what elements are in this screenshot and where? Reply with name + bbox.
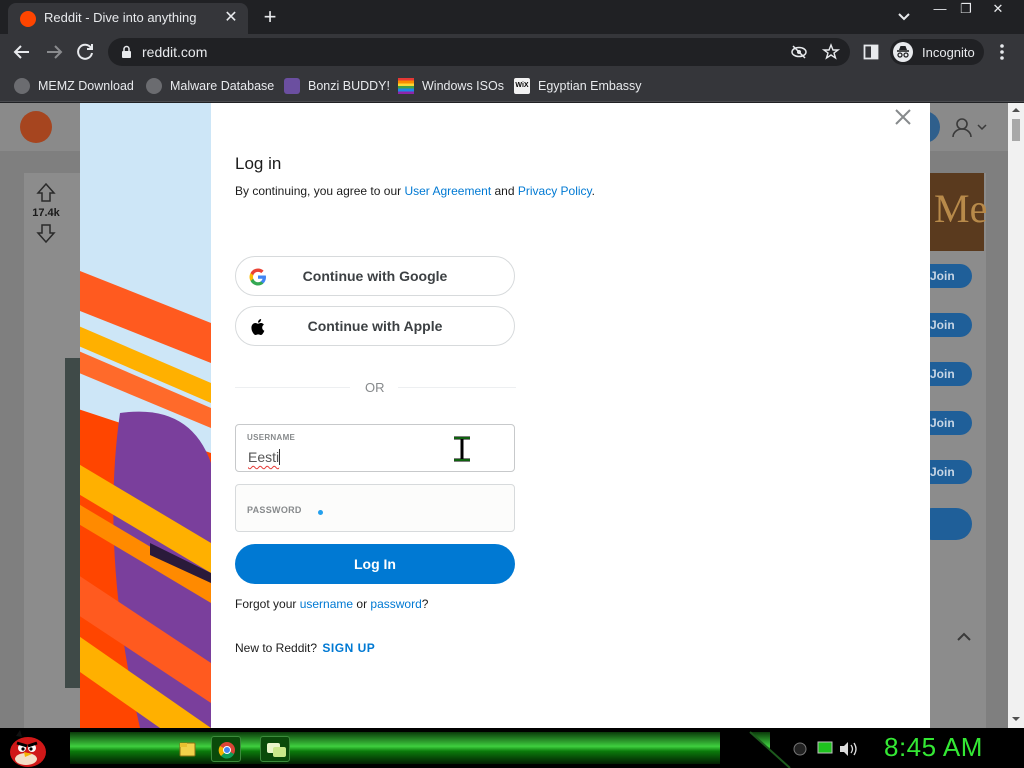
bookmark-label: Windows ISOs [422,79,504,93]
downvote-icon [28,223,64,245]
system-tray [790,738,870,758]
page-scrollbar[interactable] [1008,103,1024,728]
tracking-eye-off-icon[interactable] [790,44,808,60]
bookmark-label: Malware Database [170,79,275,93]
bookmark-malware-database[interactable]: Malware Database [146,76,274,96]
browser-toolbar: reddit.com Incognito [0,34,1024,70]
password-manager-dot-icon [318,510,323,515]
forward-button[interactable] [42,41,66,63]
bookmark-star-icon[interactable] [822,43,840,61]
incognito-label: Incognito [922,45,975,60]
google-button-label: Continue with Google [302,268,448,284]
taskbar-clock[interactable]: 8:45 AM [884,732,983,763]
action-center-icon[interactable] [816,738,836,758]
continue-with-apple-button[interactable]: Continue with Apple [235,306,515,346]
user-agreement-link[interactable]: User Agreement [404,184,491,198]
chrome-taskbar-icon[interactable] [211,736,241,762]
chat-app-taskbar-icon[interactable] [260,736,290,762]
chevron-up-icon [952,627,976,647]
bookmark-memz-download[interactable]: MEMZ Download [14,76,134,96]
new-to-reddit-text: New to Reddit? SIGN UP [235,641,375,655]
sign-up-link[interactable]: SIGN UP [322,641,375,655]
apple-button-label: Continue with Apple [307,318,443,334]
tab-strip: Reddit - Dive into anything ✕ + — ❐ ✕ [0,0,1024,34]
reddit-favicon-icon [20,11,36,27]
lock-icon[interactable] [120,45,132,59]
modal-artwork [80,103,211,728]
volume-icon[interactable] [838,738,862,758]
bookmark-label: Egyptian Embassy [538,79,642,93]
browser-tab[interactable]: Reddit - Dive into anything ✕ [8,3,248,34]
forgot-prefix: Forgot your [235,597,300,611]
privacy-policy-link[interactable]: Privacy Policy [518,184,592,198]
login-title: Log in [235,154,282,173]
vote-count: 17.4k [32,207,60,219]
scrollbar-thumb[interactable] [1012,119,1020,141]
or-divider: OR [365,380,385,395]
forgot-or: or [353,597,371,611]
side-panel-icon[interactable] [863,44,879,60]
upvote-icon [28,181,64,203]
divider-line [398,387,516,388]
password-label: PASSWORD [247,505,302,515]
bookmark-label: Bonzi BUDDY! [308,79,390,93]
taskbar-slope [720,731,791,768]
bookmark-label: MEMZ Download [38,79,134,93]
vote-column: 17.4k [28,181,64,245]
agreement-text: By continuing, you agree to our User Agr… [235,184,595,198]
tab-close-icon[interactable]: ✕ [222,9,240,27]
forgot-username-link[interactable]: username [300,597,353,611]
username-label: USERNAME [247,433,296,442]
restore-button[interactable]: ❐ [950,0,982,20]
password-input[interactable]: PASSWORD [235,484,515,532]
network-icon[interactable] [790,738,810,758]
username-value: Eesti [248,449,280,465]
banner-text: Me [934,186,988,231]
url-text: reddit.com [142,44,208,60]
continue-with-google-button[interactable]: Continue with Google [235,256,515,296]
incognito-icon [893,42,913,62]
forgot-suffix: ? [421,597,429,611]
bookmarks-bar: MEMZ Download Malware Database Bonzi BUD… [0,70,1024,102]
bookmark-egyptian-embassy[interactable]: WiX Egyptian Embassy [514,76,642,96]
divider-line [235,387,350,388]
bonzi-icon [284,78,300,94]
login-modal: Log in By continuing, you agree to our U… [80,103,930,728]
tab-title: Reddit - Dive into anything [44,10,197,25]
windows-flag-icon [398,78,414,94]
forgot-credentials-text: Forgot your username or password? [235,597,428,611]
file-explorer-icon[interactable] [172,736,202,762]
back-button[interactable] [10,41,34,63]
taskbar: 8:45 AM [0,728,1024,768]
reload-button[interactable] [74,41,98,63]
wix-icon: WiX [514,78,530,94]
text-caret [279,449,280,465]
address-bar[interactable]: reddit.com [108,38,850,66]
start-button-angry-bird-icon[interactable] [2,728,50,768]
globe-icon [146,78,162,94]
ibeam-cursor-icon [448,435,476,463]
modal-close-button[interactable] [892,106,914,128]
reddit-logo-icon [20,111,52,143]
agreement-period: . [591,184,596,198]
new-to-reddit-prefix: New to Reddit? [235,641,321,655]
log-in-button[interactable]: Log In [235,544,515,584]
bookmark-windows-isos[interactable]: Windows ISOs [398,76,504,96]
community-banner: Me [930,173,988,251]
new-tab-button[interactable]: + [258,6,282,28]
browser-menu-icon[interactable] [996,43,1008,61]
incognito-indicator[interactable]: Incognito [890,39,984,65]
post-image [65,358,81,688]
forgot-password-link[interactable]: password [370,597,421,611]
window-close-button[interactable]: ✕ [982,0,1014,20]
bookmark-bonzi-buddy[interactable]: Bonzi BUDDY! [284,76,390,96]
agreement-prefix: By continuing, you agree to our [235,184,405,198]
globe-icon [14,78,30,94]
agreement-and: and [491,184,518,198]
user-menu-icon [950,117,990,137]
tab-search-chevron-icon[interactable] [894,8,914,26]
